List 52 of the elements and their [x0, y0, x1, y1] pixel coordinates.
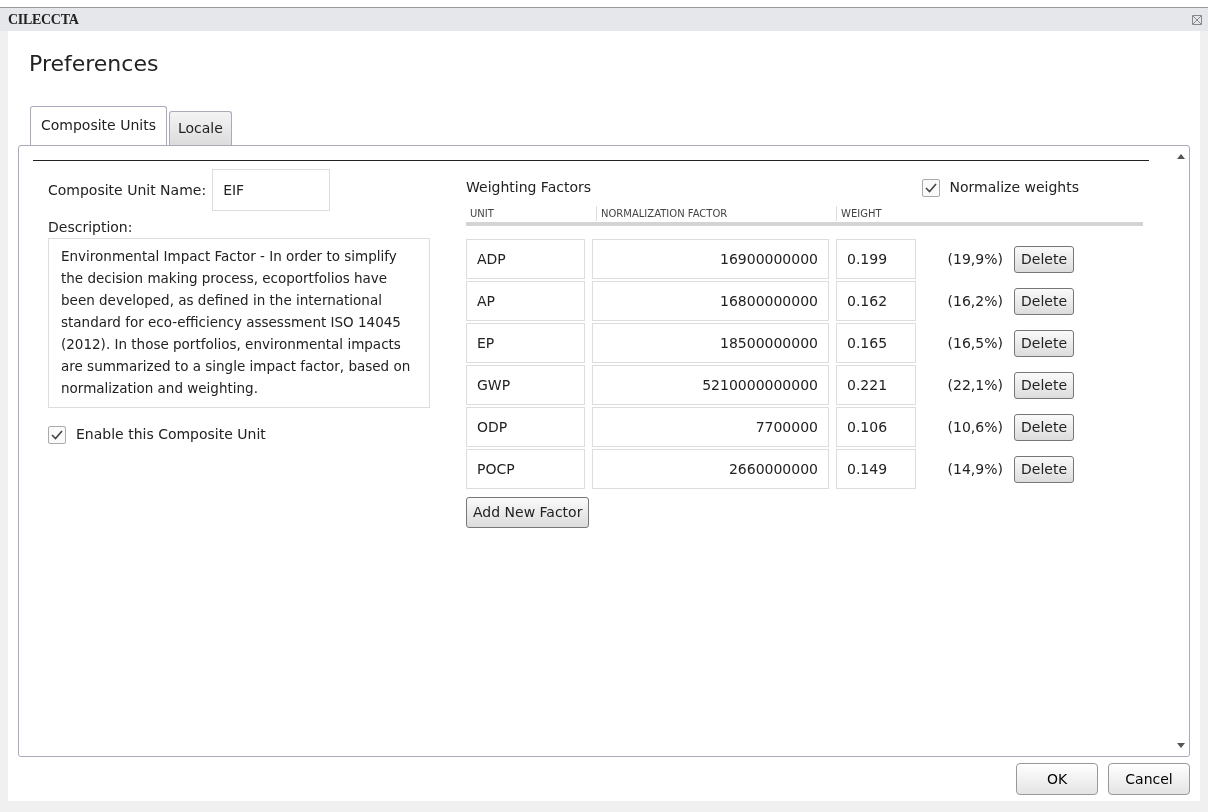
weight-percentage: (14,9%)	[946, 459, 1003, 479]
column-header: NORMALIZATION FACTOR	[596, 206, 836, 222]
name-field[interactable]: EIF	[212, 169, 331, 212]
tab[interactable]: Composite Units	[30, 106, 167, 147]
section-title: Weighting Factors	[466, 178, 592, 198]
factor-field[interactable]: 18500000000	[592, 323, 829, 364]
field-label: Description:	[48, 218, 134, 238]
weight-field[interactable]: 0.165	[836, 323, 916, 364]
checkbox-label: Enable this Composite Unit	[76, 425, 266, 445]
unit-field[interactable]: EP	[466, 323, 585, 364]
delete-button[interactable]: Delete	[1014, 329, 1074, 357]
checkbox-label: Normalize weights	[949, 178, 1079, 198]
factor-field[interactable]: 5210000000000	[592, 365, 829, 406]
unit-field[interactable]: GWP	[466, 365, 585, 406]
factor-field[interactable]: 16900000000	[592, 239, 829, 280]
factor-field[interactable]: 16800000000	[592, 281, 829, 322]
delete-button[interactable]: Delete	[1014, 413, 1074, 441]
weight-percentage: (22,1%)	[946, 375, 1003, 395]
weight-field[interactable]: 0.162	[836, 281, 916, 322]
tab[interactable]: Locale	[168, 111, 232, 146]
delete-button[interactable]: Delete	[1014, 455, 1074, 483]
field-label: Composite Unit Name:	[48, 180, 207, 200]
unit-field[interactable]: POCP	[466, 449, 585, 490]
weight-percentage: (19,9%)	[946, 249, 1003, 269]
weight-percentage: (16,2%)	[946, 291, 1003, 311]
checkbox[interactable]	[48, 425, 66, 444]
dialog-heading: Preferences	[29, 51, 160, 78]
weight-percentage: (10,6%)	[946, 417, 1003, 437]
unit-field[interactable]: AP	[466, 281, 585, 322]
dialog-button[interactable]: Cancel	[1108, 763, 1190, 796]
close-icon[interactable]	[1192, 14, 1202, 25]
delete-button[interactable]: Delete	[1014, 287, 1074, 315]
weight-field[interactable]: 0.106	[836, 407, 916, 448]
weight-field[interactable]: 0.199	[836, 239, 916, 280]
column-header: UNIT	[469, 207, 495, 222]
dialog-button[interactable]: OK	[1016, 763, 1098, 796]
description-field[interactable]: Environmental Impact Factor - In order to simplify the decision making process, ecoportfolios have been developed, as defined in the international standard for eco-efficiency assessment ISO 14045 (2012). In those portfolios, environmental impacts are summarized to a single impact factor, based on normalization and weighting.	[48, 238, 430, 409]
unit-field[interactable]: ADP	[466, 239, 585, 280]
delete-button[interactable]: Delete	[1014, 371, 1074, 399]
weight-field[interactable]: 0.221	[836, 365, 916, 406]
scroll-down-icon[interactable]	[1177, 743, 1185, 749]
scroll-up-icon[interactable]	[1177, 154, 1185, 160]
factor-field[interactable]: 2660000000	[592, 449, 829, 490]
weight-field[interactable]: 0.149	[836, 449, 916, 490]
window-title: CILECCTA	[8, 11, 79, 29]
factor-field[interactable]: 7700000	[592, 407, 829, 448]
unit-field[interactable]: ODP	[466, 407, 585, 448]
delete-button[interactable]: Delete	[1014, 245, 1074, 273]
checkbox[interactable]	[921, 178, 940, 197]
weight-percentage: (16,5%)	[946, 333, 1003, 353]
add-factor-button[interactable]: Add New Factor	[466, 497, 590, 529]
column-header: WEIGHT	[836, 206, 916, 222]
